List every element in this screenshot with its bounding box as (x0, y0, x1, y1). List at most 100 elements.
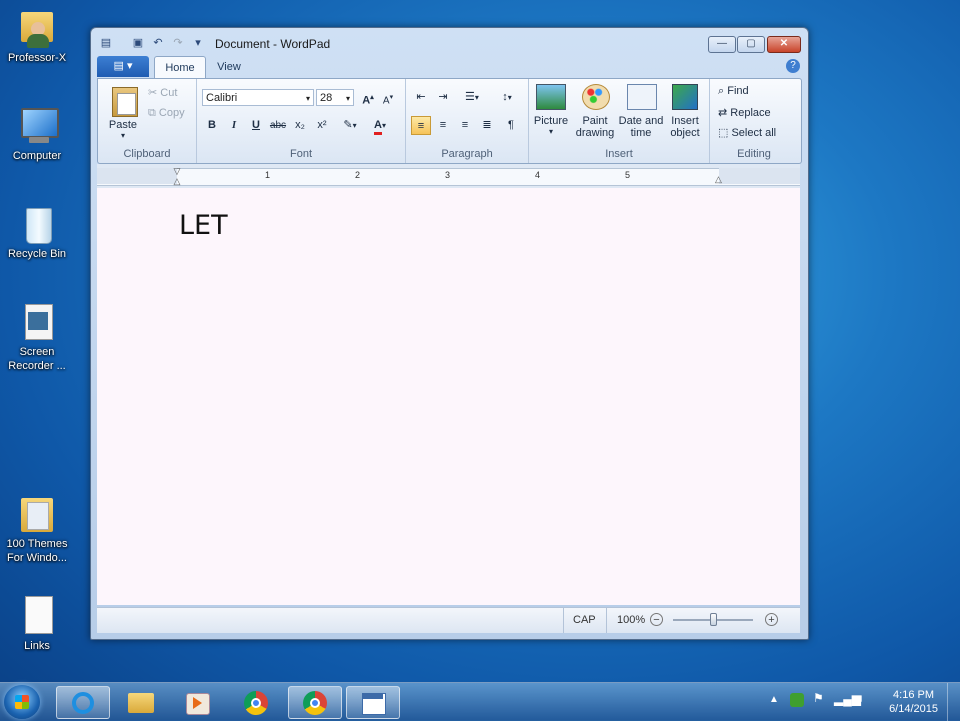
folder-user-icon (17, 8, 57, 48)
ruler-number: 1 (265, 170, 271, 180)
zoom-out-button[interactable]: − (650, 613, 663, 626)
font-size-select[interactable]: 28 ▾ (316, 89, 354, 106)
desktop-icon-themes[interactable]: 100 Themes For Windo... (2, 494, 72, 565)
strikethrough-button[interactable]: abc (268, 116, 288, 135)
desktop-icon-label: Professor-X (7, 52, 67, 64)
zoom-in-button[interactable]: + (765, 613, 778, 626)
recycle-bin-icon (17, 204, 57, 244)
font-color-icon: A (374, 119, 382, 135)
align-center-button[interactable]: ≡ (433, 116, 453, 135)
font-family-select[interactable]: Calibri ▾ (202, 89, 314, 106)
desktop-icon-professor-x[interactable]: Professor-X (2, 8, 72, 65)
computer-icon (17, 106, 59, 146)
align-right-button[interactable]: ≡ (455, 116, 475, 135)
desktop-icon-screen-recorder[interactable]: Screen Recorder ... (2, 302, 72, 373)
indent-marker[interactable]: ▽ △ (173, 166, 181, 186)
insert-group-label: Insert (605, 148, 633, 160)
file-menu-button[interactable]: ▤ ▾ (97, 56, 149, 77)
show-hidden-icons-button[interactable]: ▲ (769, 694, 779, 705)
desktop-icon-label: Screen Recorder ... (8, 346, 66, 372)
taskbar-clock[interactable]: 4:16 PM 6/14/2015 (889, 688, 938, 716)
tab-view[interactable]: View (209, 56, 249, 78)
folder-icon (17, 494, 57, 534)
taskbar-chrome-2[interactable] (288, 686, 342, 719)
ruler[interactable]: 1 2 3 4 5 ▽ △ △ (97, 164, 800, 188)
font-color-button[interactable]: A▾ (367, 116, 393, 135)
volume-icon[interactable]: 🔈︎ (858, 691, 865, 706)
editing-group-label: Editing (737, 148, 771, 160)
paste-button[interactable]: Paste ▾ (106, 85, 144, 140)
desktop-icon-links[interactable]: Links (2, 596, 72, 653)
zoom-level: 100% (617, 614, 646, 626)
wordpad-app-icon[interactable]: ▤ (99, 37, 113, 49)
insert-object-button[interactable]: Insert object (663, 82, 707, 142)
customize-quick-access-icon[interactable]: ▾ (191, 37, 205, 49)
undo-icon[interactable]: ↶ (151, 37, 165, 49)
right-indent-marker[interactable]: △ (715, 174, 722, 185)
shrink-font-button[interactable]: A▾ (378, 88, 398, 107)
taskbar-wordpad[interactable] (346, 686, 400, 719)
internet-explorer-icon (72, 692, 94, 714)
date-time-button[interactable]: Date and time (619, 82, 663, 142)
select-all-button[interactable]: ⬚ Select all (718, 126, 776, 139)
avi-file-icon (17, 302, 57, 342)
taskbar-media-player[interactable] (170, 686, 224, 719)
align-left-button[interactable]: ≡ (411, 116, 431, 135)
tray-app-icon[interactable] (790, 693, 804, 707)
windows-logo-icon (15, 695, 29, 709)
taskbar-chrome-1[interactable] (230, 686, 284, 719)
paragraph-settings-button[interactable]: ¶ (501, 116, 521, 135)
maximize-button[interactable]: ▢ (737, 36, 765, 53)
paint-palette-icon (582, 84, 610, 110)
subscript-button[interactable]: x₂ (290, 116, 310, 135)
desktop-icon-recycle-bin[interactable]: Recycle Bin (2, 204, 72, 261)
cut-button[interactable]: ✂ Cut (148, 86, 177, 99)
find-button[interactable]: ⌕ Find (718, 85, 749, 98)
ruler-number: 4 (535, 170, 541, 180)
ruler-number: 2 (355, 170, 361, 180)
chrome-icon (244, 691, 268, 715)
paragraph-group-label: Paragraph (441, 148, 493, 160)
show-desktop-button[interactable] (947, 683, 960, 721)
minimize-button[interactable]: — (708, 36, 736, 53)
ruler-number: 5 (625, 170, 631, 180)
highlight-color-button[interactable]: ✎▾ (337, 116, 363, 135)
grow-font-button[interactable]: A▴ (358, 88, 378, 107)
action-center-flag-icon[interactable]: ⚑ (813, 691, 824, 705)
caps-lock-indicator: CAP (573, 614, 596, 626)
taskbar-explorer[interactable] (114, 686, 168, 719)
italic-button[interactable]: I (224, 116, 244, 135)
insert-group: Picture ▾ Paint drawing Date and time In… (529, 79, 710, 163)
ribbon-tabs: ▤ ▾ Home View ? (97, 56, 802, 79)
taskbar-internet-explorer[interactable] (56, 686, 110, 719)
copy-button[interactable]: ⧉ Copy (148, 107, 185, 120)
document-area[interactable]: LET (97, 188, 800, 605)
bullets-button[interactable]: ☰▾ (457, 88, 487, 107)
document-text[interactable]: LET (179, 210, 228, 241)
title-bar[interactable]: ▤ ▣ ↶ ↷ ▾ Document - WordPad — ▢ ✕ (91, 28, 808, 56)
underline-button[interactable]: U (246, 116, 266, 135)
bold-button[interactable]: B (202, 116, 222, 135)
network-signal-icon[interactable]: ▂▄▆ (834, 692, 861, 706)
close-button[interactable]: ✕ (767, 36, 801, 53)
superscript-button[interactable]: x² (312, 116, 332, 135)
zoom-slider-thumb[interactable] (709, 613, 717, 626)
picture-icon (536, 84, 566, 110)
ruler-number: 3 (445, 170, 451, 180)
increase-indent-button[interactable]: ⇥ (433, 88, 453, 107)
paint-drawing-button[interactable]: Paint drawing (573, 82, 617, 142)
save-icon[interactable]: ▣ (131, 37, 145, 49)
picture-button[interactable]: Picture ▾ (531, 82, 571, 142)
wordpad-window: ▤ ▣ ↶ ↷ ▾ Document - WordPad — ▢ ✕ ▤ ▾ H… (90, 27, 809, 640)
replace-button[interactable]: ⇄ Replace (718, 106, 771, 119)
highlighter-icon: ✎ (343, 119, 353, 131)
binoculars-icon: ⌕ (718, 85, 725, 97)
justify-button[interactable]: ≣ (477, 116, 497, 135)
redo-icon[interactable]: ↷ (171, 37, 185, 49)
tab-home[interactable]: Home (154, 56, 206, 79)
decrease-indent-button[interactable]: ⇤ (411, 88, 431, 107)
help-icon[interactable]: ? (786, 59, 800, 73)
desktop-icon-computer[interactable]: Computer (2, 106, 72, 163)
line-spacing-button[interactable]: ↕▾ (492, 88, 522, 107)
start-button[interactable] (4, 685, 40, 719)
